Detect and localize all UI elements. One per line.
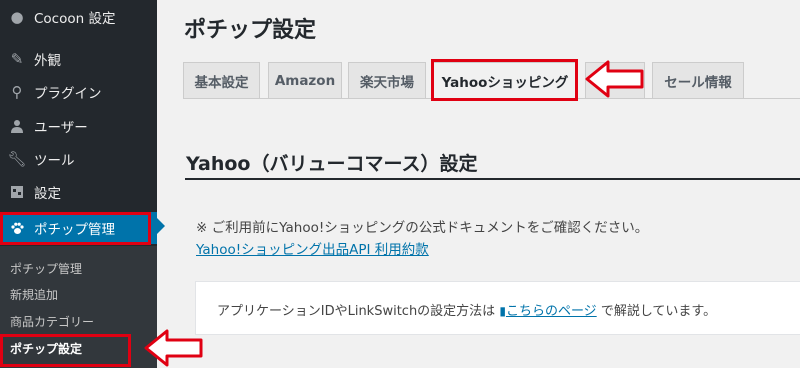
tab-rakuten[interactable]: 楽天市場 bbox=[348, 62, 426, 98]
admin-sidebar: ● Cocoon 設定 ✎ 外観 ⚲ プラグイン ユーザー 🔧︎ ツール 設定 … bbox=[0, 0, 165, 368]
book-icon: ▮ bbox=[499, 304, 506, 318]
circle-icon: ● bbox=[10, 8, 24, 26]
settings-icon bbox=[8, 183, 26, 201]
submenu-item-manage[interactable]: ポチップ管理 bbox=[10, 260, 82, 277]
current-menu-pointer bbox=[157, 218, 165, 234]
sidebar-item-cocoon[interactable]: ● Cocoon 設定 bbox=[0, 2, 157, 32]
sidebar-item-users[interactable]: ユーザー bbox=[0, 111, 157, 141]
info-box: アプリケーションIDやLinkSwitchの設定方法は ▮こちらのページ で解説… bbox=[195, 281, 800, 335]
sidebar-item-plugins[interactable]: ⚲ プラグイン bbox=[0, 77, 157, 107]
tab-amazon[interactable]: Amazon bbox=[268, 62, 342, 98]
sidebar-item-appearance[interactable]: ✎ 外観 bbox=[0, 44, 157, 74]
sidebar-item-label: 外観 bbox=[34, 53, 61, 69]
guide-page-link[interactable]: こちらのページ bbox=[506, 304, 597, 319]
sidebar-item-label: Cocoon 設定 bbox=[34, 11, 116, 27]
highlight-box bbox=[0, 334, 131, 367]
section-divider bbox=[185, 178, 800, 180]
notice-text: ※ ご利用前にYahoo!ショッピングの公式ドキュメントをご確認ください。 bbox=[196, 220, 649, 236]
info-suffix: で解説しています。 bbox=[596, 304, 717, 319]
left-arrow-icon bbox=[585, 60, 644, 98]
highlight-box bbox=[431, 59, 578, 101]
info-prefix: アプリケーションIDやLinkSwitchの設定方法は bbox=[217, 304, 500, 319]
page-title: ポチップ設定 bbox=[184, 18, 317, 43]
api-terms-link[interactable]: Yahoo!ショッピング出品API 利用約款 bbox=[196, 238, 429, 258]
tab-basic[interactable]: 基本設定 bbox=[183, 62, 260, 98]
submenu-item-categories[interactable]: 商品カテゴリー bbox=[10, 313, 94, 330]
section-title: Yahoo（バリューコマース）設定 bbox=[186, 153, 478, 175]
wrench-icon: 🔧︎ bbox=[7, 150, 27, 168]
plugin-icon: ⚲ bbox=[11, 83, 23, 101]
tab-sale[interactable]: セール情報 bbox=[652, 62, 744, 98]
sidebar-item-label: ユーザー bbox=[34, 120, 88, 136]
highlight-box bbox=[0, 212, 151, 245]
sidebar-item-label: 設定 bbox=[34, 186, 61, 202]
sidebar-item-tools[interactable]: 🔧︎ ツール bbox=[0, 144, 157, 174]
sidebar-item-label: プラグイン bbox=[34, 86, 102, 102]
sidebar-item-settings[interactable]: 設定 bbox=[0, 177, 157, 207]
submenu-item-add-new[interactable]: 新規追加 bbox=[10, 286, 58, 303]
info-text: アプリケーションIDやLinkSwitchの設定方法は ▮こちらのページ で解説… bbox=[217, 300, 716, 319]
sidebar-item-label: ツール bbox=[34, 153, 75, 169]
brush-icon: ✎ bbox=[10, 50, 24, 68]
user-icon bbox=[8, 117, 26, 135]
